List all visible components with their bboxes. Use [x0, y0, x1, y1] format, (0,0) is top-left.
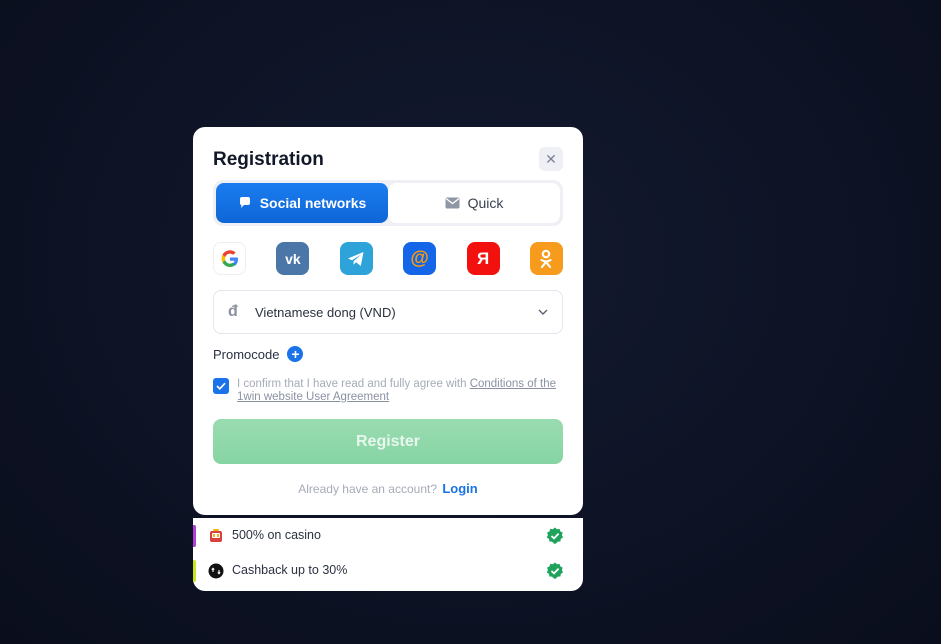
chat-bubble-icon — [239, 197, 250, 208]
bonus-accent-bar — [193, 560, 196, 582]
ok-login-button[interactable] — [529, 242, 563, 275]
bonus-panel: 500% on casino Cashback up to 30% — [193, 518, 583, 591]
login-link[interactable]: Login — [442, 481, 477, 496]
tab-quick[interactable]: Quick — [388, 183, 560, 223]
mailru-icon: @ — [410, 247, 429, 269]
plus-icon: + — [291, 346, 300, 362]
agreement-text: I confirm that I have read and fully agr… — [237, 378, 558, 404]
chevron-down-icon — [538, 309, 548, 315]
check-badge-icon — [546, 562, 563, 579]
agreement-statement: I confirm that I have read and fully agr… — [237, 378, 470, 390]
google-icon — [221, 249, 238, 267]
tab-label: Social networks — [259, 195, 367, 211]
tab-label: Quick — [467, 195, 504, 211]
promocode-row: Promocode + — [213, 345, 304, 363]
yandex-icon: Я — [476, 248, 490, 268]
registration-tabs: Social networks Quick — [213, 180, 563, 226]
modal-title: Registration — [213, 149, 324, 170]
login-row: Already have an account? Login — [193, 481, 583, 496]
promocode-label: Promocode — [213, 346, 280, 362]
vk-icon: vk — [285, 250, 301, 267]
currency-symbol-icon: đ — [228, 303, 238, 320]
check-badge-icon — [546, 527, 563, 544]
register-button[interactable]: Register — [213, 419, 563, 464]
bonus-text: Cashback up to 30% — [232, 563, 348, 577]
mailru-login-button[interactable]: @ — [403, 242, 437, 275]
bonus-accent-bar — [193, 525, 196, 547]
agreement-row: I confirm that I have read and fully agr… — [213, 378, 558, 404]
google-login-button[interactable] — [213, 242, 246, 275]
bonus-item-cashback: Cashback up to 30% — [193, 560, 583, 582]
ok-icon — [540, 249, 553, 268]
tab-social-networks[interactable]: Social networks — [216, 183, 388, 223]
login-prompt: Already have an account? — [298, 482, 438, 496]
bonus-item-casino: 500% on casino — [193, 525, 583, 547]
agreement-checkbox[interactable] — [213, 378, 229, 394]
casino-icon — [208, 528, 224, 544]
social-login-row: vk @ Я — [213, 242, 563, 275]
currency-value: Vietnamese dong (VND) — [255, 304, 396, 320]
telegram-login-button[interactable] — [339, 242, 373, 275]
cashback-icon — [208, 563, 224, 579]
add-promocode-button[interactable]: + — [287, 346, 304, 362]
telegram-icon — [348, 251, 364, 266]
close-icon: ✕ — [545, 150, 557, 167]
yandex-login-button[interactable]: Я — [466, 242, 500, 275]
envelope-icon — [445, 197, 460, 209]
close-button[interactable]: ✕ — [539, 147, 563, 171]
bonus-text: 500% on casino — [232, 528, 321, 542]
checkmark-icon — [216, 382, 226, 390]
registration-modal: Registration ✕ Social networks Quick vk … — [193, 127, 583, 515]
currency-select[interactable]: đ Vietnamese dong (VND) — [213, 290, 563, 334]
vk-login-button[interactable]: vk — [276, 242, 310, 275]
